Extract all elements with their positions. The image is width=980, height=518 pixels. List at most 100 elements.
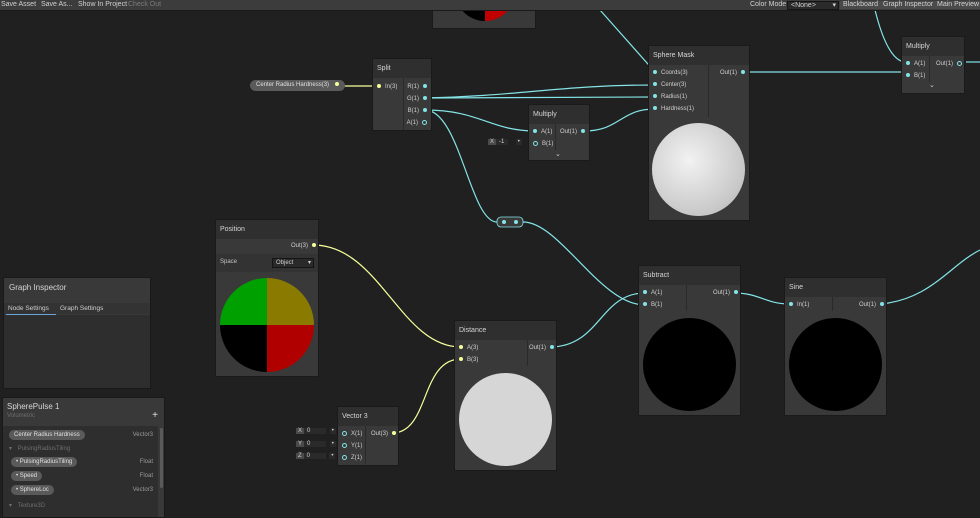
multiply-node-right[interactable]: Multiply A(1) B(1) Out(1) ⌄ [901,36,965,94]
blackboard-item-name[interactable]: • SphereLoc [11,485,54,495]
tab-graph-settings[interactable]: Graph Settings [60,305,103,312]
split-input-in[interactable]: In(3) [377,82,397,92]
split-node[interactable]: Split In(3) R(1) G(1) B(1) A(1) [372,58,432,131]
distance-input-b[interactable]: B(3) [459,355,478,365]
save-asset-button[interactable]: Save Asset [1,1,36,8]
tab-node-settings[interactable]: Node Settings [8,305,49,312]
sine-output[interactable]: Out(1) [859,300,884,310]
blackboard-item-name[interactable]: • Speed [11,471,43,481]
vector3-x-constant[interactable]: X0 • [296,428,336,434]
sphere-mask-output[interactable]: Out(1) [720,68,745,78]
main-preview-toggle[interactable]: Main Preview [934,1,980,9]
chevron-down-icon: ▾ [832,2,836,9]
multiply-b-constant[interactable]: X -1 • [488,139,522,145]
wire-split-g-to-center [424,84,656,99]
split-output-g[interactable]: G(1) [407,94,427,104]
graph-inspector-panel: Graph Inspector Node Settings Graph Sett… [3,277,151,389]
distance-node[interactable]: Distance A(3) B(3) Out(1) [454,320,557,471]
port-dot [734,290,738,295]
sphere-mask-input-center[interactable]: Center(3) [653,80,686,90]
sphere-mask-input-hardness[interactable]: Hardness(1) [653,104,694,114]
split-output-a[interactable]: A(1) [407,118,427,128]
vector3-input-x[interactable]: X(1) [342,429,362,439]
port-dot [789,302,793,307]
multiply-right-output[interactable]: Out(1) [936,59,962,69]
port-dot [422,119,427,125]
vector3-output[interactable]: Out(3) [371,429,396,439]
blackboard-scrollbar[interactable] [160,428,163,488]
check-out-button[interactable]: Check Out [128,1,161,8]
position-output[interactable]: Out(3) [291,241,316,251]
blackboard-title: SpherePulse 1 [7,402,60,411]
port-dot [653,82,657,87]
multiply-small-input-a[interactable]: A(1) [533,127,552,137]
multiply-right-input-a[interactable]: A(1) [906,59,925,69]
constant-connector: • [515,139,522,145]
port-dot [653,70,657,75]
port-dot [533,140,538,146]
subtract-input-b[interactable]: B(1) [643,300,662,310]
vector3-node[interactable]: Vector 3 X(1) Y(1) Z(1) Out(3) [337,406,399,466]
sine-title: Sine [785,278,886,297]
distance-input-a[interactable]: A(3) [459,343,478,353]
position-settings-row: Space Object ▾ [216,254,318,272]
space-select[interactable]: Object ▾ [272,258,314,268]
wire-position-to-distance [312,244,462,348]
sphere-mask-input-coords[interactable]: Coords(3) [653,68,688,78]
graph-inspector-content [4,315,150,388]
multiply-small-output[interactable]: Out(1) [560,127,585,137]
property-output-port[interactable] [334,82,339,87]
split-output-r[interactable]: R(1) [407,82,427,92]
port-dot [423,96,427,101]
add-property-icon[interactable]: + [152,410,158,421]
multiply-small-input-b[interactable]: B(1) [533,139,553,149]
sine-preview [789,318,882,411]
blackboard-category-name: PulsingRadiusTiling [17,446,71,452]
vector3-y-constant[interactable]: Y0 • [296,441,336,447]
blackboard-item-2[interactable]: • SphereLoc Vector3 [11,485,153,495]
blackboard-property-row[interactable]: Center Radius Hardness Vector3 [9,430,153,440]
chevron-down-icon[interactable]: ⌄ [929,81,935,89]
blackboard-category[interactable]: ▾ PulsingRadiusTiling [9,444,153,454]
sine-node[interactable]: Sine In(1) Out(1) [784,277,887,416]
sphere-mask-node[interactable]: Sphere Mask Coords(3) Center(3) Radius(1… [648,45,750,221]
reroute-node [496,216,524,228]
show-in-project-button[interactable]: Show In Project [78,1,127,8]
blackboard-property-name[interactable]: Center Radius Hardness [9,430,85,440]
multiply-node-small[interactable]: Multiply A(1) B(1) Out(1) ⌄ [528,104,590,161]
multiply-right-title: Multiply [902,37,964,56]
port-dot [880,302,884,307]
vector3-input-z[interactable]: Z(1) [342,453,362,463]
space-select-value: Object [276,260,294,266]
subtract-input-a[interactable]: A(1) [643,288,662,298]
blackboard-item-name[interactable]: • PulsingRadiusTiling [11,457,78,467]
sphere-mask-title: Sphere Mask [649,46,749,65]
sphere-mask-input-radius[interactable]: Radius(1) [653,92,687,102]
wire-subtract-to-sine [733,292,791,305]
chevron-down-icon[interactable]: ⌄ [555,150,561,158]
split-output-b[interactable]: B(1) [408,106,427,116]
subtract-node[interactable]: Subtract A(1) B(1) Out(1) [638,265,741,416]
constant-x-value[interactable]: -1 [496,139,509,145]
port-dot [342,442,347,448]
blackboard-item-1[interactable]: • Speed Float [11,471,153,481]
blackboard-category-name: Texture3D [17,503,46,509]
sine-input-in[interactable]: In(1) [789,300,809,310]
distance-output[interactable]: Out(1) [529,343,554,353]
port-dot [957,60,962,66]
property-node-center-radius-hardness[interactable]: Center Radius Hardness(3) [250,80,345,91]
blackboard-toggle[interactable]: Blackboard [840,1,882,9]
color-mode-select[interactable]: <None> ▾ [787,1,839,10]
color-mode-label: Color Mode [750,1,787,8]
position-node[interactable]: Position Out(3) Space Object ▾ [215,219,319,377]
save-as-button[interactable]: Save As... [41,1,73,8]
split-node-title: Split [373,59,431,78]
multiply-right-input-b[interactable]: B(1) [906,71,925,81]
blackboard-category-2[interactable]: ▾ Texture3D [9,501,153,511]
graph-inspector-toggle[interactable]: Graph Inspector [880,1,937,9]
vector3-input-y[interactable]: Y(1) [342,441,362,451]
vector3-z-constant[interactable]: Z0 • [296,453,336,459]
color-mode-value: <None> [791,2,816,9]
subtract-output[interactable]: Out(1) [713,288,738,298]
blackboard-item-0[interactable]: • PulsingRadiusTiling Float [11,457,153,467]
